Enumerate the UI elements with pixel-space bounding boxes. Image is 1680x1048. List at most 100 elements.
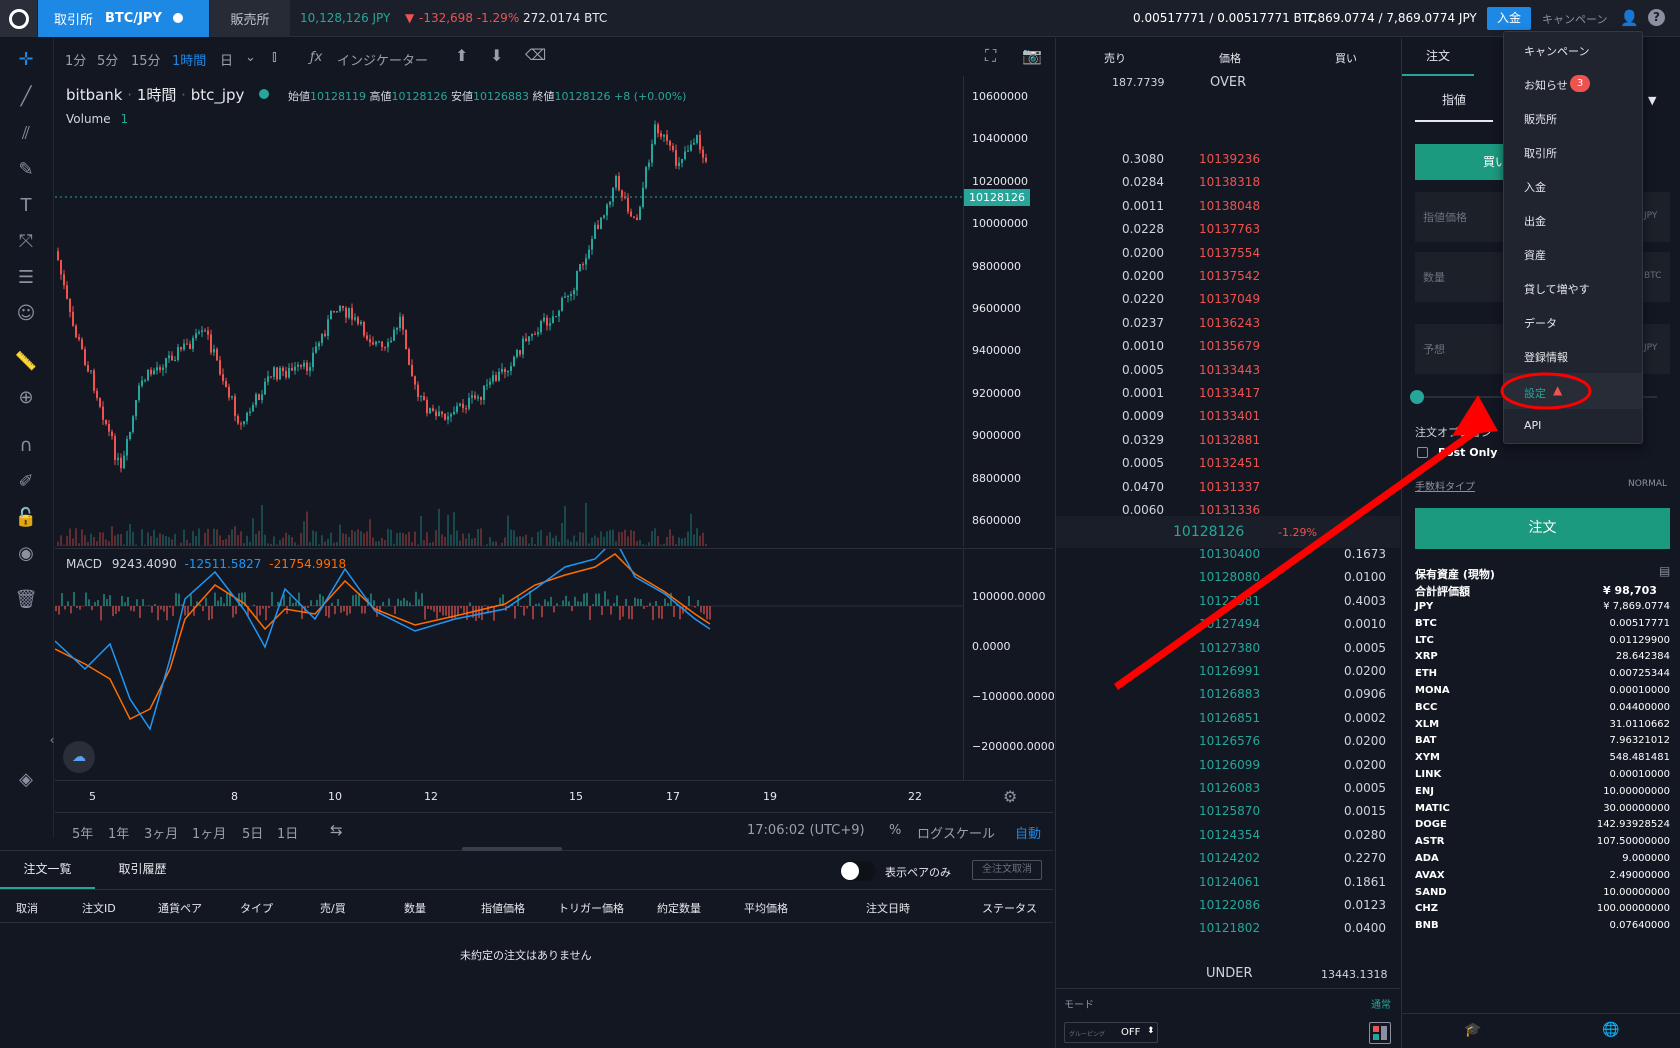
grouping-select[interactable]: グルーピング OFF ⬍ — [1064, 1022, 1158, 1043]
ask-price[interactable]: 10133401 — [1199, 409, 1260, 423]
menu-item-api[interactable]: API — [1524, 419, 1541, 432]
menu-item-campaign[interactable]: キャンペーン — [1524, 43, 1589, 59]
bid-price[interactable]: 10127380 — [1199, 641, 1260, 655]
menu-item-news[interactable]: お知らせ — [1524, 77, 1568, 93]
ask-price[interactable]: 10133443 — [1199, 363, 1260, 377]
bid-price[interactable]: 10124202 — [1199, 851, 1260, 865]
menu-item-settings[interactable]: 設定 — [1524, 385, 1546, 401]
crosshair-icon[interactable]: ✛ — [14, 48, 38, 72]
bid-price[interactable]: 10126883 — [1199, 687, 1260, 701]
ask-price[interactable]: 10139236 — [1199, 152, 1260, 166]
menu-item-withdraw[interactable]: 出金 — [1524, 213, 1546, 229]
log-scale-toggle[interactable]: ログスケール — [917, 823, 995, 842]
mode-value[interactable]: 通常 — [1371, 996, 1391, 1011]
trash-icon[interactable]: 🗑 — [14, 588, 38, 612]
fullscreen-icon[interactable]: ⛶ — [985, 46, 996, 66]
magnet-icon[interactable]: ∩ — [14, 434, 38, 458]
zoom-icon[interactable]: ⊕ — [14, 386, 38, 410]
menu-item-profile[interactable]: 登録情報 — [1524, 349, 1568, 365]
download-icon[interactable]: ⬇ — [490, 46, 503, 65]
help-icon[interactable]: ? — [1648, 9, 1665, 26]
pair-only-toggle[interactable] — [840, 861, 876, 881]
upload-icon[interactable]: ⬆ — [455, 46, 468, 65]
bid-price[interactable]: 10126083 — [1199, 781, 1260, 795]
ask-price[interactable]: 10136243 — [1199, 316, 1260, 330]
post-only-checkbox[interactable] — [1417, 447, 1428, 458]
range-1d[interactable]: 1日 — [277, 823, 298, 842]
lock-icon[interactable]: 🔓 — [14, 506, 38, 530]
menu-item-assets[interactable]: 資産 — [1524, 247, 1546, 263]
menu-item-exchange[interactable]: 取引所 — [1524, 145, 1557, 161]
deposit-button[interactable]: 入金 — [1487, 7, 1531, 30]
bid-price[interactable]: 10122086 — [1199, 898, 1260, 912]
auto-scale-toggle[interactable]: 自動 — [1015, 823, 1041, 842]
indicator-icon[interactable]: ƒx — [310, 50, 322, 65]
ask-price[interactable]: 10135679 — [1199, 339, 1260, 353]
bid-price[interactable]: 10126576 — [1199, 734, 1260, 748]
tab-open-orders[interactable]: 注文一覧 — [0, 851, 95, 889]
timeframe-1h[interactable]: 1時間 — [172, 50, 206, 69]
assets-card-icon[interactable]: ▤ — [1659, 564, 1670, 578]
timeframe-5m[interactable]: 5分 — [97, 50, 118, 69]
ask-price[interactable]: 10133417 — [1199, 386, 1260, 400]
book-layout-icon[interactable] — [1369, 1022, 1391, 1044]
ask-price[interactable]: 10137049 — [1199, 292, 1260, 306]
campaign-link[interactable]: キャンペーン — [1542, 11, 1607, 27]
globe-icon[interactable]: 🌐 — [1602, 1022, 1619, 1038]
ask-price[interactable]: 10138318 — [1199, 175, 1260, 189]
bid-price[interactable]: 10124354 — [1199, 828, 1260, 842]
range-3m[interactable]: 3ヶ月 — [144, 823, 178, 842]
percent-toggle[interactable]: % — [889, 823, 901, 838]
bid-price[interactable]: 10126991 — [1199, 664, 1260, 678]
bid-price[interactable]: 10130400 — [1199, 547, 1260, 561]
ask-price[interactable]: 10137763 — [1199, 222, 1260, 236]
bid-price[interactable]: 10125870 — [1199, 804, 1260, 818]
fib-icon[interactable]: ⫽ — [14, 122, 38, 146]
ask-price[interactable]: 10132451 — [1199, 456, 1260, 470]
timeframe-dropdown-icon[interactable]: ⌄ — [245, 50, 256, 65]
date-range-icon[interactable]: ⇆ — [330, 821, 343, 839]
timeframe-15m[interactable]: 15分 — [131, 50, 161, 69]
order-type-limit[interactable]: 指値 — [1415, 78, 1493, 122]
candle-type-icon[interactable]: ⫾ — [272, 47, 277, 65]
bid-price[interactable]: 10126099 — [1199, 758, 1260, 772]
ask-price[interactable]: 10137542 — [1199, 269, 1260, 283]
panel-resize-handle[interactable] — [462, 847, 562, 851]
tab-order[interactable]: 注文 — [1402, 38, 1474, 76]
amount-slider-handle[interactable] — [1410, 390, 1424, 404]
tab-trade-history[interactable]: 取引履歴 — [95, 851, 190, 889]
ask-price[interactable]: 10138048 — [1199, 199, 1260, 213]
trend-line-icon[interactable]: ╱ — [14, 85, 38, 109]
range-1y[interactable]: 1年 — [108, 823, 129, 842]
bid-price[interactable]: 10128080 — [1199, 570, 1260, 584]
brush-icon[interactable]: ✎ — [14, 158, 38, 182]
ask-price[interactable]: 10132881 — [1199, 433, 1260, 447]
text-icon[interactable]: T — [14, 194, 38, 218]
prediction-icon[interactable]: ☰ — [14, 266, 38, 290]
eye-icon[interactable]: ◉ — [14, 542, 38, 566]
tradingview-logo-icon[interactable]: ☁ — [63, 741, 95, 773]
order-button[interactable]: 注文 — [1415, 508, 1670, 549]
bid-price[interactable]: 10121802 — [1199, 921, 1260, 935]
camera-icon[interactable]: 📷 — [1022, 46, 1042, 65]
lock-drawing-icon[interactable]: ✐ — [14, 470, 38, 494]
range-5y[interactable]: 5年 — [72, 823, 93, 842]
menu-item-data[interactable]: データ — [1524, 315, 1557, 331]
education-icon[interactable]: 🎓 — [1464, 1022, 1481, 1038]
emoji-icon[interactable]: ☺ — [14, 302, 38, 326]
fee-type-link[interactable]: 手数料タイプ — [1415, 478, 1475, 493]
menu-item-lending[interactable]: 貸して増やす — [1524, 281, 1590, 297]
user-icon[interactable]: 👤 — [1620, 9, 1639, 27]
pair-menu-icon[interactable] — [173, 13, 183, 23]
timeframe-1m[interactable]: 1分 — [65, 50, 86, 69]
menu-item-sales[interactable]: 販売所 — [1524, 111, 1557, 127]
timeframe-day[interactable]: 日 — [220, 50, 233, 69]
macd-panel[interactable]: MACD 9243.4090 -12511.5827 -21754.9918 ☁ — [55, 548, 963, 780]
pattern-icon[interactable]: ⤧ — [14, 230, 38, 254]
range-1m[interactable]: 1ヶ月 — [192, 823, 226, 842]
ask-price[interactable]: 10137554 — [1199, 246, 1260, 260]
indicator-button[interactable]: インジケーター — [337, 50, 428, 69]
bitbank-logo[interactable] — [0, 0, 37, 37]
price-chart[interactable]: bitbank · 1時間 · btc_jpy 始値10128119 高値101… — [55, 76, 963, 546]
ask-price[interactable]: 10131337 — [1199, 480, 1260, 494]
